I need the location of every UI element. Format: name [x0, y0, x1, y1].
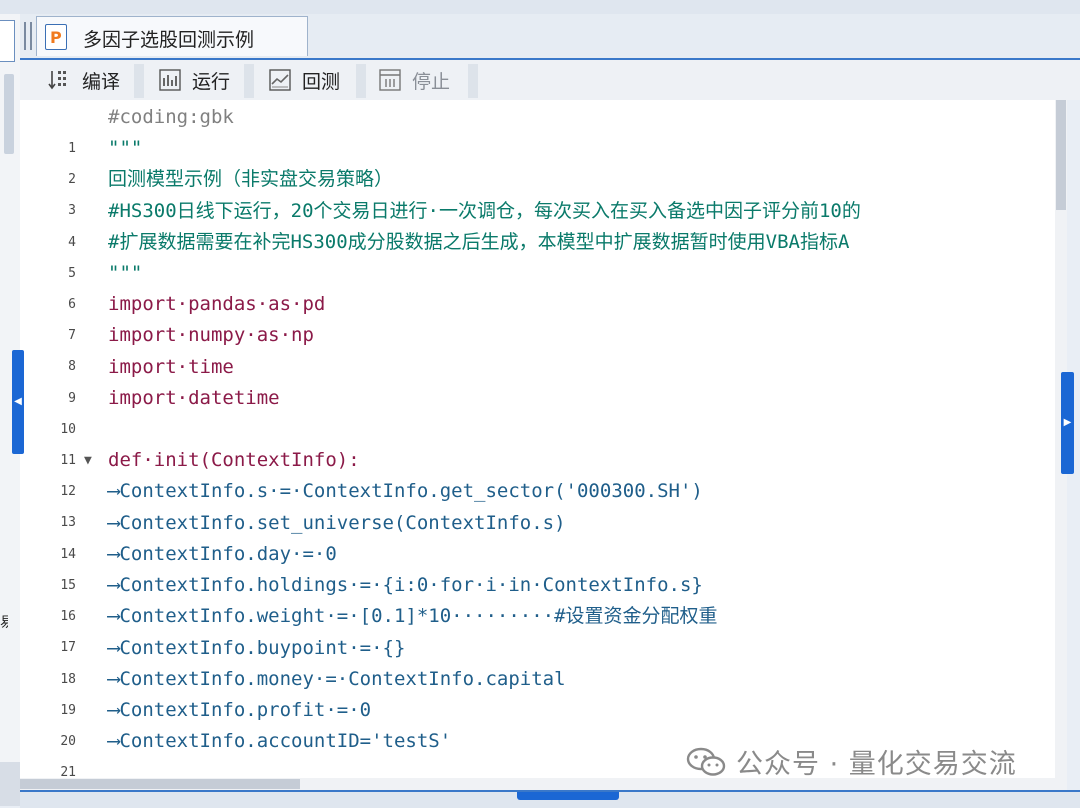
code-line: 6 """: [20, 258, 1055, 312]
bottom-panel-toggle[interactable]: [517, 792, 619, 800]
code-line: 20 ⟶ContextInfo.profit·=·0: [20, 695, 1055, 749]
stop-icon: [378, 68, 402, 92]
code-text: ⟶ContextInfo.accountID='testS': [108, 730, 452, 752]
code-line: 7 import·pandas·as·pd: [20, 289, 1055, 343]
backtest-chart-icon: [268, 68, 292, 92]
code-line: 2 """: [20, 133, 1055, 187]
code-text: ⟶ContextInfo.money·=·ContextInfo.capital: [108, 668, 566, 690]
watermark: 公众号 · 量化交易交流: [686, 742, 1017, 781]
editor-toolbar: 编译 运行 回测 停止: [20, 60, 1080, 100]
code-line: 9 import·time: [20, 352, 1055, 406]
grip-handle-icon[interactable]: [24, 22, 32, 50]
bottom-splitter: [20, 790, 1080, 808]
run-button[interactable]: 运行: [158, 60, 230, 100]
code-text: ⟶ContextInfo.s·=·ContextInfo.get_sector(…: [108, 480, 703, 502]
python-file-icon: P: [45, 24, 67, 50]
compile-icon: [48, 68, 72, 92]
vertical-scroll-thumb[interactable]: [1056, 100, 1066, 210]
code-line: 3 回测模型示例（非实盘交易策略）: [20, 164, 1055, 218]
compile-label: 编译: [82, 70, 121, 93]
code-line: 16 ⟶ContextInfo.holdings·=·{i:0·for·i·in…: [20, 570, 1055, 624]
code-text: ⟶ContextInfo.day·=·0: [108, 543, 337, 565]
code-line: 15 ⟶ContextInfo.day·=·0: [20, 539, 1055, 593]
code-text: """: [108, 137, 143, 159]
code-text: """: [108, 262, 143, 284]
tab-title: 多因子选股回测示例: [83, 29, 255, 51]
run-label: 运行: [192, 70, 231, 93]
code-text: 回测模型示例（非实盘交易策略）: [108, 168, 394, 190]
tab-strategy-file[interactable]: P 多因子选股回测示例: [36, 16, 308, 56]
editor-tab-bar: P 多因子选股回测示例: [20, 14, 1080, 60]
left-panel-footer: [0, 762, 20, 806]
code-text: ⟶ContextInfo.weight·=·[0.1]*10·········#…: [108, 605, 718, 627]
code-line: 17 ⟶ContextInfo.weight·=·[0.1]*10·······…: [20, 601, 1055, 655]
left-panel-scrollbar[interactable]: [4, 74, 14, 154]
code-line: 14 ⟶ContextInfo.set_universe(ContextInfo…: [20, 508, 1055, 562]
backtest-button[interactable]: 回测: [268, 60, 340, 100]
code-line: 4 #HS300日线下运行，20个交易日进行·一次调仓，每次买入在买入备选中因子…: [20, 196, 1055, 250]
code-text: ⟶ContextInfo.holdings·=·{i:0·for·i·in·Co…: [108, 574, 703, 596]
fold-toggle-icon[interactable]: ▼: [84, 445, 92, 476]
top-strip: [0, 0, 1080, 15]
left-panel-text-fragment: 易: [0, 615, 8, 631]
code-line: 8 import·numpy·as·np: [20, 320, 1055, 374]
code-line: 1 #coding:gbk: [20, 102, 1055, 156]
horizontal-scroll-thumb[interactable]: [20, 779, 300, 789]
code-editor[interactable]: 1 #coding:gbk 2 """ 3 回测模型示例（非实盘交易策略） 4 …: [20, 100, 1055, 790]
code-text: import·numpy·as·np: [108, 324, 314, 346]
code-text: import·pandas·as·pd: [108, 293, 326, 315]
code-text: #扩展数据需要在补完HS300成分股数据之后生成，本模型中扩展数据暂时使用VBA…: [108, 231, 850, 253]
code-line: 13 ⟶ContextInfo.s·=·ContextInfo.get_sect…: [20, 476, 1055, 530]
collapse-left-panel-button[interactable]: ◀: [12, 350, 24, 454]
backtest-label: 回测: [302, 70, 341, 93]
code-line: 5 #扩展数据需要在补完HS300成分股数据之后生成，本模型中扩展数据暂时使用V…: [20, 227, 1055, 281]
code-line: 12 ▼ def·init(ContextInfo):: [20, 445, 1055, 499]
watermark-text: 公众号 · 量化交易交流: [736, 749, 1017, 780]
code-line: 18 ⟶ContextInfo.buypoint·=·{}: [20, 633, 1055, 687]
code-line: 11: [20, 414, 1055, 468]
code-text: import·datetime: [108, 387, 280, 409]
code-text: ⟶ContextInfo.profit·=·0: [108, 699, 372, 721]
run-chart-icon: [158, 68, 182, 92]
stop-button[interactable]: 停止: [378, 60, 450, 100]
code-line: 19 ⟶ContextInfo.money·=·ContextInfo.capi…: [20, 664, 1055, 718]
compile-button[interactable]: 编译: [48, 60, 120, 100]
code-text: #HS300日线下运行，20个交易日进行·一次调仓，每次买入在买入备选中因子评分…: [108, 200, 861, 222]
wechat-icon: [686, 747, 726, 776]
code-text: #coding:gbk: [108, 106, 234, 128]
code-text: ⟶ContextInfo.set_universe(ContextInfo.s): [108, 512, 566, 534]
code-text: ⟶ContextInfo.buypoint·=·{}: [108, 637, 406, 659]
code-line: 10 import·datetime: [20, 383, 1055, 437]
expand-right-panel-button[interactable]: ▶: [1061, 372, 1074, 474]
stop-label: 停止: [412, 70, 451, 93]
code-text: import·time: [108, 356, 234, 378]
code-text: def·init(ContextInfo):: [108, 449, 360, 471]
left-panel-tab[interactable]: [0, 20, 15, 62]
